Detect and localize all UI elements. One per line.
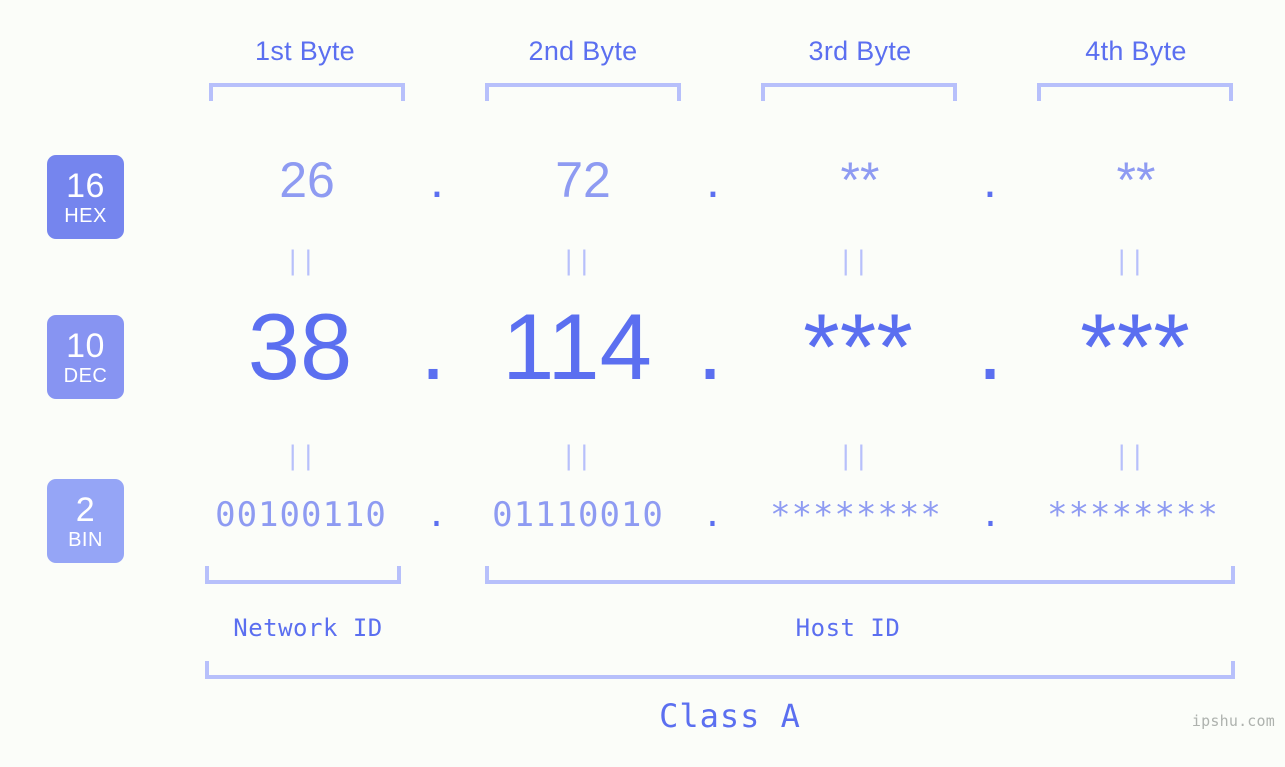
byte-bracket-3 [761, 83, 957, 101]
network-id-label: Network ID [233, 614, 383, 642]
bin-octet-4: ******** [1047, 495, 1219, 535]
watermark: ipshu.com [1191, 712, 1275, 730]
base-badge-bin-abbr: BIN [68, 528, 103, 551]
byte-bracket-4 [1037, 83, 1233, 101]
host-id-label: Host ID [795, 614, 901, 642]
dec-octet-4: *** [1080, 294, 1190, 399]
base-badge-bin-number: 2 [75, 490, 96, 529]
network-id-bracket [205, 566, 401, 584]
byte-header-2: 2nd Byte [528, 36, 638, 66]
byte-bracket-1 [209, 83, 405, 101]
equals-marker-hex-dec-1: || [284, 246, 317, 276]
base-badge-dec-number: 10 [66, 326, 105, 365]
class-label: Class A [659, 697, 801, 735]
base-badge-hex-number: 16 [66, 166, 105, 205]
equals-marker-dec-bin-1: || [284, 441, 317, 471]
ip-address-breakdown-diagram: 1st Byte 2nd Byte 3rd Byte 4th Byte 16 H… [0, 0, 1285, 767]
byte-header-3: 3rd Byte [808, 36, 912, 66]
byte-bracket-2 [485, 83, 681, 101]
base-badge-dec-abbr: DEC [63, 364, 108, 387]
equals-marker-dec-bin-3: || [837, 441, 870, 471]
byte-header-1: 1st Byte [255, 36, 355, 66]
host-id-bracket [485, 566, 1235, 584]
equals-marker-dec-bin-2: || [560, 441, 593, 471]
base-badge-hex: 16 HEX [47, 155, 124, 239]
hex-octet-4: ** [1116, 152, 1156, 208]
equals-marker-dec-bin-4: || [1113, 441, 1146, 471]
base-badge-bin: 2 BIN [47, 479, 124, 563]
bin-octet-1: 00100110 [215, 495, 387, 535]
equals-marker-hex-dec-3: || [837, 246, 870, 276]
byte-header-4: 4th Byte [1085, 36, 1187, 66]
equals-marker-hex-dec-4: || [1113, 246, 1146, 276]
equals-marker-hex-dec-2: || [560, 246, 593, 276]
base-badge-hex-abbr: HEX [64, 204, 107, 227]
class-bracket [205, 661, 1235, 679]
base-badge-dec: 10 DEC [47, 315, 124, 399]
